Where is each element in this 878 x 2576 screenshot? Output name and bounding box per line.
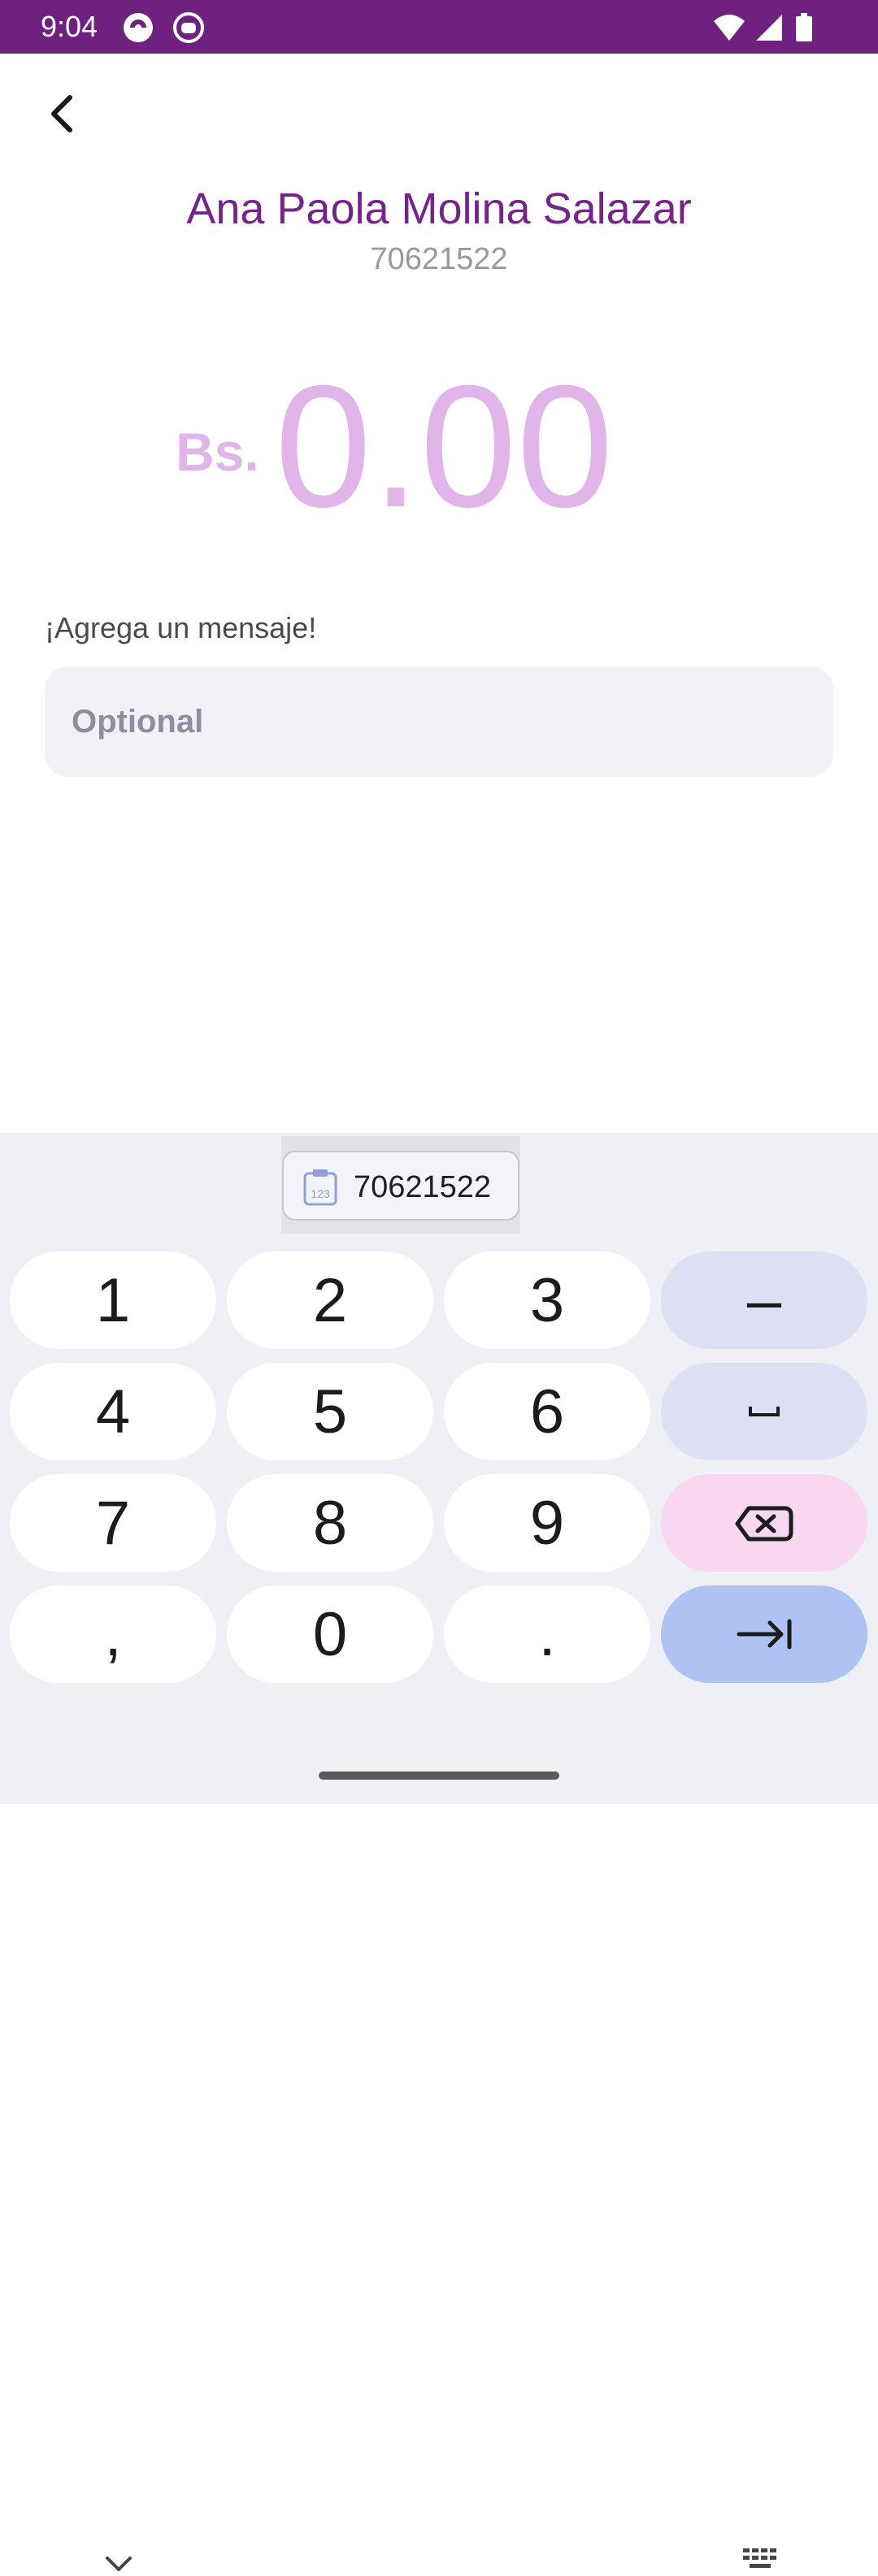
svg-text:123: 123: [311, 1187, 330, 1200]
status-time: 9:04: [41, 10, 98, 43]
key-1[interactable]: 1: [10, 1251, 216, 1349]
key-label: 0: [312, 1599, 348, 1669]
key-period[interactable]: .: [444, 1585, 650, 1683]
key-comma[interactable]: ,: [10, 1585, 216, 1683]
tab-arrow-icon: [737, 1619, 792, 1650]
key-4[interactable]: 4: [10, 1363, 216, 1460]
chevron-left-icon: [51, 95, 72, 132]
key-9[interactable]: 9: [444, 1474, 650, 1572]
home-gesture-bar[interactable]: [319, 1772, 559, 1780]
contact-name: Ana Paola Molina Salazar: [186, 184, 692, 233]
key-7[interactable]: 7: [10, 1474, 216, 1572]
clipboard-suggestion-chip[interactable]: 123 70621522: [282, 1151, 519, 1221]
key-label: 7: [95, 1488, 131, 1558]
key-label: –: [746, 1265, 782, 1335]
key-3[interactable]: 3: [444, 1251, 650, 1349]
key-label: 9: [529, 1488, 565, 1558]
key-label: 5: [312, 1377, 348, 1446]
battery-icon: [796, 13, 812, 41]
numeric-keyboard: 123 70621522 1 2 3 – 4 5 6 7 8 9 , 0 .: [0, 1133, 878, 2571]
key-5[interactable]: 5: [227, 1363, 433, 1460]
key-label: 8: [312, 1488, 348, 1558]
key-2[interactable]: 2: [227, 1251, 433, 1349]
app-notification-icon: [124, 13, 153, 42]
chevron-down-icon[interactable]: [101, 2552, 137, 2576]
amount-display[interactable]: Bs. 0.00: [0, 358, 878, 536]
key-label: 2: [312, 1265, 348, 1335]
cellular-signal-icon: [756, 15, 782, 41]
android-notification-icon: [173, 12, 204, 43]
backspace-icon: [735, 1506, 793, 1542]
message-label: ¡Agrega un mensaje!: [45, 611, 317, 644]
status-bar: 9:04: [0, 0, 878, 54]
amount-value: 0.00: [275, 349, 614, 544]
currency-label: Bs.: [176, 422, 259, 482]
clipboard-suggestion-text: 70621522: [354, 1170, 492, 1204]
clipboard-numbers-icon: 123: [303, 1169, 337, 1206]
key-label: 4: [95, 1377, 131, 1446]
key-delete[interactable]: [661, 1474, 867, 1572]
key-minus[interactable]: –: [661, 1251, 867, 1349]
key-label: 6: [529, 1377, 565, 1446]
keyboard-icon[interactable]: [740, 2542, 780, 2574]
key-label: 3: [529, 1265, 565, 1335]
key-8[interactable]: 8: [227, 1474, 433, 1572]
key-space[interactable]: [661, 1363, 867, 1460]
back-button[interactable]: [41, 91, 86, 137]
key-label: 1: [95, 1265, 131, 1335]
key-label: ,: [104, 1599, 122, 1669]
key-label: .: [538, 1599, 556, 1669]
key-next[interactable]: [661, 1585, 867, 1683]
space-bar-icon: [749, 1407, 780, 1416]
message-input[interactable]: [45, 666, 833, 777]
key-0[interactable]: 0: [227, 1585, 433, 1683]
wifi-icon: [714, 15, 745, 41]
key-6[interactable]: 6: [444, 1363, 650, 1460]
contact-phone: 70621522: [370, 242, 508, 276]
